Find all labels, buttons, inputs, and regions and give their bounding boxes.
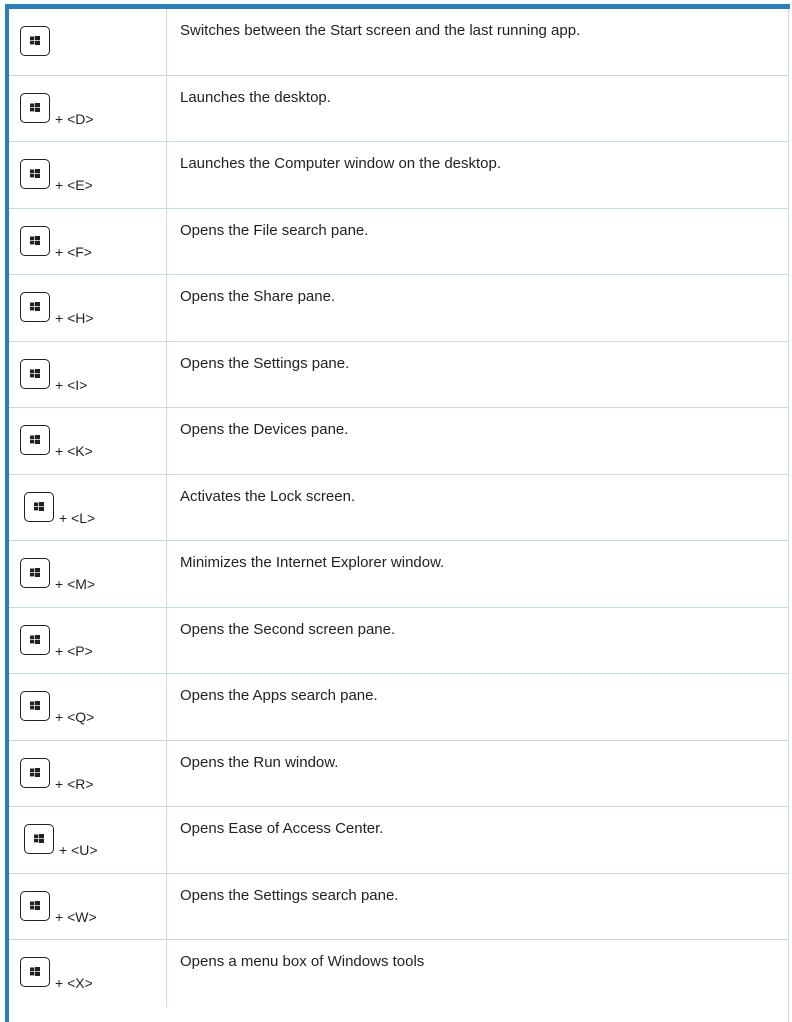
windows-logo-icon: [34, 834, 44, 843]
windows-key-icon: [20, 159, 50, 189]
shortcut-description: Minimizes the Internet Explorer window.: [180, 554, 445, 571]
table-row: + <X> Opens a menu box of Windows tools: [9, 940, 788, 1007]
windows-key-icon: [20, 890, 50, 921]
windows-logo-icon: [34, 501, 44, 511]
key-combo: + <W>: [55, 908, 97, 925]
windows-key-icon: [20, 757, 50, 788]
windows-key-icon: [20, 92, 50, 123]
table-row: + <U> Opens Ease of Access Center.: [9, 807, 788, 874]
shortcut-description: Opens Ease of Access Center.: [180, 820, 384, 837]
windows-logo-icon: [30, 302, 40, 311]
windows-key-icon: [24, 824, 54, 854]
shortcut-description: Launches the Computer window on the desk…: [180, 155, 502, 172]
table-row: + <E> Launches the Computer window on th…: [9, 142, 788, 209]
key-combo: + <K>: [55, 443, 93, 459]
windows-logo-icon: [30, 568, 40, 577]
shortcut-description: Opens a menu box of Windows tools: [180, 953, 425, 970]
key-cell: + <W>: [9, 873, 167, 939]
key-combo: + <D>: [55, 110, 94, 127]
key-cell: + <F>: [9, 208, 167, 274]
shortcut-description: Switches between the Start screen and th…: [180, 22, 581, 39]
key-combo: + <F>: [55, 243, 92, 260]
table-row: + <M> Minimizes the Internet Explorer wi…: [9, 541, 788, 608]
shortcut-description: Opens the Settings search pane.: [180, 886, 399, 904]
windows-logo-icon: [30, 36, 40, 45]
key-cell: + <X>: [9, 940, 167, 1007]
table-row: + <L> Activates the Lock screen.: [9, 474, 788, 541]
shortcut-description: Opens the Apps search pane.: [180, 687, 378, 704]
table-row: + <F> Opens the File search pane.: [9, 208, 788, 275]
key-combo: + <L>: [59, 509, 96, 526]
table-row: + <D> Launches the desktop.: [9, 75, 788, 142]
windows-key-icon: [20, 292, 50, 322]
windows-key-icon: [24, 491, 54, 522]
table-row: + <I> Opens the Settings pane.: [9, 341, 788, 408]
windows-logo-icon: [30, 435, 40, 444]
windows-key-icon: [20, 425, 50, 455]
key-cell: + <P>: [9, 607, 167, 673]
windows-key-icon: [20, 558, 50, 588]
key-cell: + <D>: [9, 75, 167, 141]
windows-logo-icon: [30, 701, 40, 710]
table-row: + <Q> Opens the Apps search pane.: [9, 674, 788, 741]
shortcut-description: Opens the Settings pane.: [180, 354, 350, 372]
windows-logo-icon: [30, 169, 40, 178]
shortcut-description: Opens the Devices pane.: [180, 421, 349, 438]
table-row: Switches between the Start screen and th…: [9, 9, 788, 76]
shortcut-table: Switches between the Start screen and th…: [9, 9, 789, 1022]
windows-logo-icon: [30, 967, 40, 976]
key-cell: [9, 9, 167, 75]
key-combo: + <R>: [55, 775, 94, 792]
table-row: + <K> Opens the Devices pane.: [9, 408, 788, 475]
windows-key-icon: [20, 624, 50, 655]
key-combo: + <H>: [55, 310, 94, 326]
windows-key-icon: [20, 26, 50, 56]
key-cell: + <U>: [9, 807, 167, 873]
windows-logo-icon: [30, 235, 40, 245]
windows-logo-icon: [30, 634, 40, 644]
shortcut-description: Opens the Run window.: [180, 753, 339, 771]
shortcut-description: Activates the Lock screen.: [180, 487, 356, 505]
windows-logo-icon: [30, 368, 40, 378]
key-combo: + <P>: [55, 642, 93, 659]
key-combo: + <M>: [55, 576, 96, 592]
table-row: + <H> Opens the Share pane.: [9, 275, 788, 342]
shortcut-description: Opens the Second screen pane.: [180, 620, 396, 638]
key-cell: + <H>: [9, 275, 167, 341]
key-combo: + <U>: [59, 842, 98, 858]
key-cell: + <M>: [9, 541, 167, 607]
table-row: + <R> Opens the Run window.: [9, 740, 788, 807]
key-cell: + <K>: [9, 408, 167, 474]
key-cell: + <E>: [9, 142, 167, 208]
shortcut-description: Opens the Share pane.: [180, 288, 336, 305]
windows-key-icon: [20, 691, 50, 721]
windows-logo-icon: [30, 767, 40, 777]
windows-key-icon: [20, 225, 50, 256]
key-cell: + <L>: [9, 474, 167, 540]
key-combo: + <I>: [55, 376, 88, 393]
windows-key-icon: [20, 358, 50, 389]
key-cell: + <I>: [9, 341, 167, 407]
key-combo: + <X>: [55, 975, 93, 991]
table-row: + <P> Opens the Second screen pane.: [9, 607, 788, 674]
windows-key-icon: [20, 957, 50, 987]
shortcut-description: Opens the File search pane.: [180, 221, 369, 239]
windows-logo-icon: [30, 102, 40, 112]
key-combo: + <Q>: [55, 709, 95, 725]
table-row: + <W> Opens the Settings search pane.: [9, 873, 788, 940]
shortcut-description: Launches the desktop.: [180, 88, 331, 106]
key-cell: + <Q>: [9, 674, 167, 740]
key-cell: + <R>: [9, 740, 167, 806]
key-combo: + <E>: [55, 177, 93, 193]
windows-logo-icon: [30, 900, 40, 910]
